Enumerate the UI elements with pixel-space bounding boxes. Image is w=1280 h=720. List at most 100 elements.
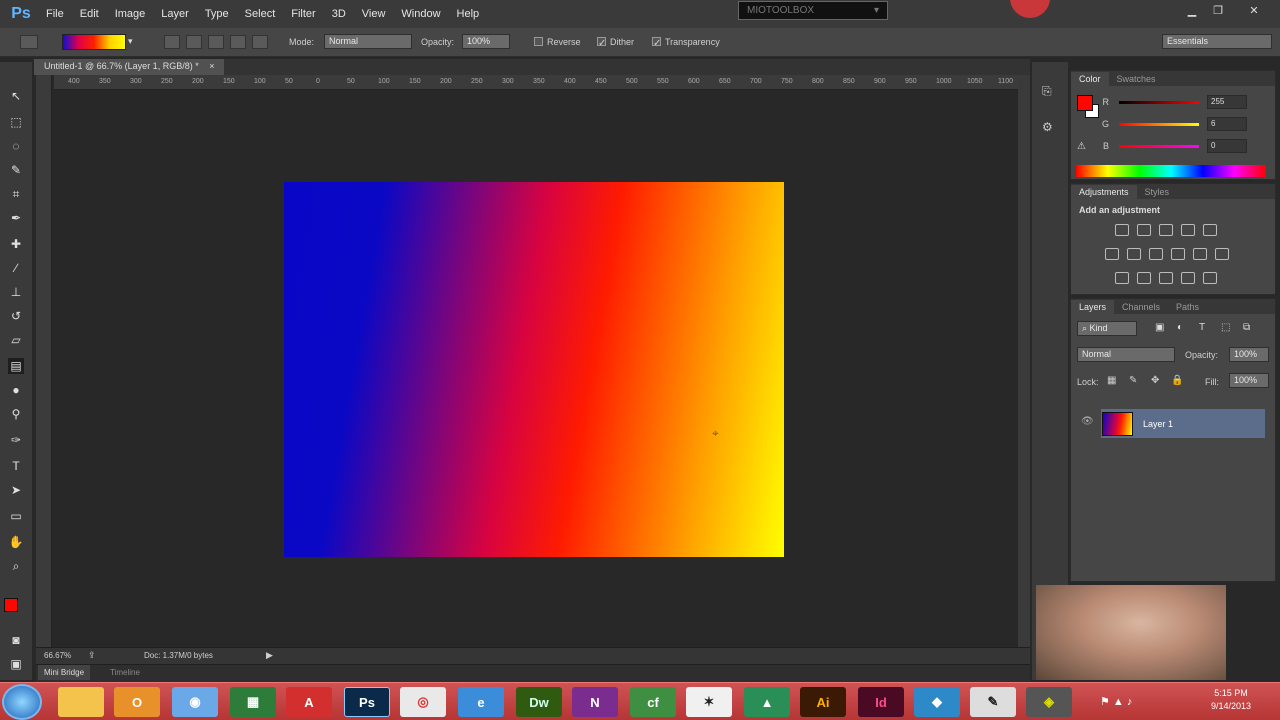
gradient-map-icon[interactable] <box>1181 272 1195 284</box>
play-icon[interactable]: ▶ <box>266 650 273 661</box>
eyedropper-icon[interactable]: ✒ <box>8 210 24 226</box>
workspace-select[interactable]: Essentials <box>1162 34 1272 49</box>
menu-image[interactable]: Image <box>107 0 154 28</box>
b-slider[interactable] <box>1119 144 1199 148</box>
path-select-icon[interactable]: ➤ <box>8 482 24 498</box>
dodge-tool-icon[interactable]: ⚲ <box>8 406 24 422</box>
pen-tool-icon[interactable]: ✑ <box>8 432 24 448</box>
levels-icon[interactable] <box>1137 224 1151 236</box>
tab-swatches[interactable]: Swatches <box>1109 72 1164 86</box>
blur-tool-icon[interactable]: ● <box>8 382 24 398</box>
angle-gradient-icon[interactable] <box>208 35 224 49</box>
linear-gradient-icon[interactable] <box>164 35 180 49</box>
history-brush-icon[interactable]: ↺ <box>8 308 24 324</box>
g-input[interactable]: 6 <box>1207 117 1247 131</box>
tab-channels[interactable]: Channels <box>1114 300 1168 314</box>
posterize-icon[interactable] <box>1137 272 1151 284</box>
taskbar-browser-icon[interactable]: ◉ <box>172 687 218 717</box>
diamond-gradient-icon[interactable] <box>252 35 268 49</box>
lasso-tool-icon[interactable]: ◌ <box>8 138 24 154</box>
tab-color[interactable]: Color <box>1071 72 1109 86</box>
menu-layer[interactable]: Layer <box>153 0 197 28</box>
menu-3d[interactable]: 3D <box>324 0 354 28</box>
type-filter-icon[interactable]: T <box>1199 322 1205 333</box>
taskbar-acrobat-icon[interactable]: A <box>286 687 332 717</box>
invert-icon[interactable] <box>1115 272 1129 284</box>
gradient-canvas[interactable]: ⌖ <box>284 182 784 557</box>
shape-filter-icon[interactable]: ⬚ <box>1221 322 1230 333</box>
taskbar-cf-icon[interactable]: cf <box>630 687 676 717</box>
clone-stamp-icon[interactable]: ⊥ <box>8 284 24 300</box>
layer-opacity-input[interactable]: 100% <box>1229 347 1269 362</box>
blend-mode-select[interactable]: Normal <box>1077 347 1175 362</box>
menu-help[interactable]: Help <box>449 0 488 28</box>
taskbar-stack-icon[interactable]: ◆ <box>914 687 960 717</box>
taskbar-tasks-icon[interactable]: ▦ <box>230 687 276 717</box>
marquee-tool-icon[interactable]: ⬚ <box>8 114 24 130</box>
menu-view[interactable]: View <box>354 0 394 28</box>
brush-tool-icon[interactable]: ∕ <box>8 260 24 276</box>
brightness-icon[interactable] <box>1115 224 1129 236</box>
crop-tool-icon[interactable]: ⌗ <box>8 186 24 202</box>
color-lookup-icon[interactable] <box>1215 248 1229 260</box>
zoom-tool-icon[interactable]: ⌕ <box>8 558 24 574</box>
vertical-scrollbar[interactable] <box>1018 75 1030 650</box>
gradient-preview[interactable] <box>62 34 126 50</box>
tab-paths[interactable]: Paths <box>1168 300 1207 314</box>
taskbar-media-icon[interactable]: ◈ <box>1026 687 1072 717</box>
black-white-icon[interactable] <box>1149 248 1163 260</box>
taskbar-photoshop-icon[interactable]: Ps <box>344 687 390 717</box>
b-input[interactable]: 0 <box>1207 139 1247 153</box>
menu-edit[interactable]: Edit <box>72 0 107 28</box>
taskbar-chrome-icon[interactable]: ◎ <box>400 687 446 717</box>
close-icon[interactable]: ✕ <box>1244 3 1264 19</box>
menu-window[interactable]: Window <box>393 0 448 28</box>
menu-select[interactable]: Select <box>237 0 284 28</box>
tab-mini-bridge[interactable]: Mini Bridge <box>38 665 91 680</box>
document-tab[interactable]: Untitled-1 @ 66.7% (Layer 1, RGB/8) * × <box>34 59 225 75</box>
screen-mode-icon[interactable]: ▣ <box>8 656 24 672</box>
properties-panel-icon[interactable]: ⚙ <box>1042 120 1058 136</box>
start-button[interactable] <box>2 684 42 720</box>
taskbar-motion-icon[interactable]: ✶ <box>686 687 732 717</box>
hue-saturation-icon[interactable] <box>1105 248 1119 260</box>
taskbar-clock[interactable]: 5:15 PM 9/14/2013 <box>1198 687 1264 713</box>
smart-object-filter-icon[interactable]: ⧉ <box>1243 322 1250 333</box>
chevron-down-icon[interactable]: ▾ <box>128 36 133 47</box>
tab-timeline[interactable]: Timeline <box>110 668 140 677</box>
taskbar-tool-icon[interactable]: ✎ <box>970 687 1016 717</box>
tray-icons[interactable]: ⚑ ▲ ♪ <box>1100 695 1132 708</box>
zoom-level[interactable]: 66.67% <box>44 651 71 660</box>
type-tool-icon[interactable]: T <box>8 458 24 474</box>
tool-preset-icon[interactable] <box>20 35 38 49</box>
lock-pixels-icon[interactable]: ✎ <box>1129 375 1137 386</box>
reflected-gradient-icon[interactable] <box>230 35 246 49</box>
tab-layers[interactable]: Layers <box>1071 300 1115 314</box>
hand-tool-icon[interactable]: ✋ <box>8 534 24 550</box>
eraser-icon[interactable]: ▱ <box>8 332 24 348</box>
taskbar-dreamweaver-icon[interactable]: Dw <box>516 687 562 717</box>
restore-icon[interactable]: ❐ <box>1208 3 1228 19</box>
quick-select-icon[interactable]: ✎ <box>8 162 24 178</box>
eye-icon[interactable]: 👁 <box>1081 416 1094 427</box>
minimize-icon[interactable]: ▁ <box>1182 3 1202 19</box>
pixel-filter-icon[interactable]: ▣ <box>1155 322 1164 333</box>
reverse-checkbox[interactable] <box>534 37 543 46</box>
history-panel-icon[interactable]: ⎘ <box>1042 84 1058 100</box>
lock-position-icon[interactable]: ✥ <box>1151 375 1159 386</box>
lock-all-icon[interactable]: 🔒 <box>1171 375 1183 386</box>
taskbar-illustrator-icon[interactable]: Ai <box>800 687 846 717</box>
taskbar-explorer-icon[interactable] <box>58 687 104 717</box>
curves-icon[interactable] <box>1159 224 1173 236</box>
photo-filter-icon[interactable] <box>1171 248 1185 260</box>
color-spectrum[interactable] <box>1076 165 1266 177</box>
color-fg-swatch[interactable] <box>1077 95 1093 111</box>
taskbar-outlook-icon[interactable]: O <box>114 687 160 717</box>
filter-kind-select[interactable]: ⌕ Kind <box>1077 321 1137 336</box>
tab-adjustments[interactable]: Adjustments <box>1071 185 1137 199</box>
toolbox-badge[interactable]: MIOTOOLBOX ▾ <box>738 1 888 20</box>
gradient-tool-icon[interactable]: ▤ <box>8 358 24 374</box>
mode-select[interactable]: Normal <box>324 34 412 49</box>
opacity-input[interactable]: 100% <box>462 34 510 49</box>
close-tab-icon[interactable]: × <box>209 61 214 71</box>
